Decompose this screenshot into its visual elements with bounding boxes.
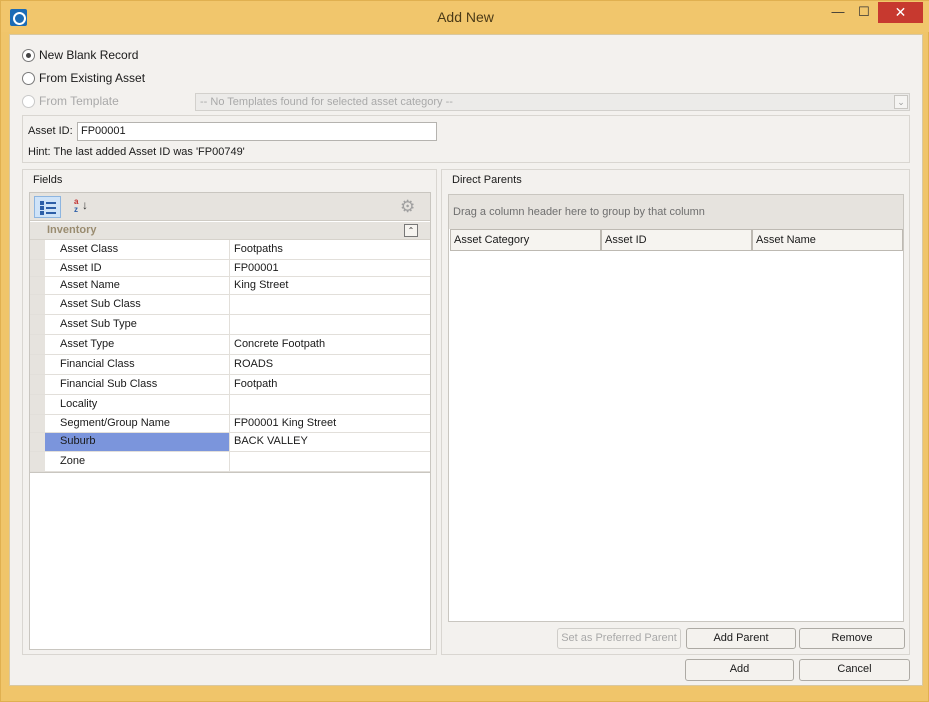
add-button[interactable]: Add xyxy=(685,659,794,681)
radio-from-template: From Template xyxy=(22,93,119,109)
gear-icon[interactable]: ⚙ xyxy=(400,197,415,217)
maximize-button[interactable]: ☐ xyxy=(851,2,877,23)
property-value[interactable] xyxy=(231,395,430,414)
property-row[interactable]: Financial Class ROADS xyxy=(30,355,430,375)
radio-from-existing-asset[interactable]: From Existing Asset xyxy=(22,70,145,86)
direct-parents-title: Direct Parents xyxy=(452,174,522,186)
add-parent-button[interactable]: Add Parent xyxy=(686,628,796,649)
asset-id-input[interactable]: FP00001 xyxy=(77,122,437,141)
template-placeholder: -- No Templates found for selected asset… xyxy=(200,96,453,108)
categorized-view-icon[interactable] xyxy=(34,196,61,218)
property-value[interactable]: Footpath xyxy=(231,375,430,394)
property-name: Financial Sub Class xyxy=(45,375,230,394)
radio-label: From Existing Asset xyxy=(39,71,146,85)
property-name: Asset ID xyxy=(45,260,230,276)
property-name: Asset Sub Type xyxy=(45,315,230,334)
sort-alphabetical-icon[interactable]: a z ↓ xyxy=(70,196,97,218)
parents-grid-body[interactable] xyxy=(449,251,903,621)
asset-id-group: Asset ID: FP00001 Hint: The last added A… xyxy=(22,115,910,163)
property-row[interactable]: Asset Sub Type xyxy=(30,315,430,335)
collapse-icon[interactable]: ⌃ xyxy=(404,224,418,237)
property-name: Asset Sub Class xyxy=(45,295,230,314)
window-title: Add New xyxy=(437,9,494,25)
asset-id-label: Asset ID: xyxy=(28,125,73,137)
property-row[interactable]: Asset Sub Class xyxy=(30,295,430,315)
property-row-selected[interactable]: Suburb BACK VALLEY xyxy=(30,433,430,452)
property-name: Zone xyxy=(45,452,230,471)
property-row[interactable]: Locality xyxy=(30,395,430,415)
property-row[interactable]: Zone xyxy=(30,452,430,472)
radio-unselected-icon[interactable] xyxy=(22,71,35,85)
set-preferred-parent-button: Set as Preferred Parent xyxy=(557,628,681,649)
fields-panel: Fields a z ↓ ⚙ Inventory ⌃ Asset Class F… xyxy=(22,169,437,655)
category-row[interactable]: Inventory ⌃ xyxy=(30,222,430,240)
radio-label: From Template xyxy=(39,94,119,108)
property-value[interactable]: ROADS xyxy=(231,355,430,374)
property-value[interactable]: Concrete Footpath xyxy=(231,335,430,354)
radio-selected-icon[interactable] xyxy=(22,48,35,62)
cancel-button[interactable]: Cancel xyxy=(799,659,910,681)
property-value[interactable]: Footpaths xyxy=(231,240,430,259)
property-name: Financial Class xyxy=(45,355,230,374)
property-list: Inventory ⌃ Asset Class Footpaths Asset … xyxy=(30,222,430,473)
property-row[interactable]: Financial Sub Class Footpath xyxy=(30,375,430,395)
column-header-asset-id[interactable]: Asset ID xyxy=(601,229,752,251)
close-button[interactable]: ✕ xyxy=(878,2,923,23)
radio-disabled-icon xyxy=(22,94,35,108)
remove-button[interactable]: Remove xyxy=(799,628,905,649)
title-bar[interactable]: Add New — ☐ ✕ xyxy=(1,1,929,32)
property-name: Asset Name xyxy=(45,277,230,294)
property-value[interactable] xyxy=(231,452,430,471)
property-row[interactable]: Asset Class Footpaths xyxy=(30,240,430,260)
property-row[interactable]: Asset Name King Street xyxy=(30,277,430,295)
add-new-window: Add New — ☐ ✕ New Blank Record From Exis… xyxy=(0,0,929,702)
fields-title: Fields xyxy=(33,174,63,186)
property-value[interactable] xyxy=(231,315,430,334)
radio-label: New Blank Record xyxy=(39,48,139,62)
property-name: Locality xyxy=(45,395,230,414)
property-row[interactable]: Asset ID FP00001 xyxy=(30,260,430,277)
minimize-button[interactable]: — xyxy=(825,2,851,23)
direct-parents-panel: Direct Parents Drag a column header here… xyxy=(441,169,910,655)
property-name: Asset Class xyxy=(45,240,230,259)
property-row[interactable]: Segment/Group Name FP00001 King Street xyxy=(30,415,430,433)
chevron-down-icon: ⌄ xyxy=(894,95,908,109)
property-value[interactable]: FP00001 xyxy=(231,260,430,276)
category-label: Inventory xyxy=(47,224,97,236)
property-row[interactable]: Asset Type Concrete Footpath xyxy=(30,335,430,355)
column-header-asset-name[interactable]: Asset Name xyxy=(752,229,903,251)
group-by-area[interactable]: Drag a column header here to group by th… xyxy=(449,195,903,229)
radio-new-blank-record[interactable]: New Blank Record xyxy=(22,47,138,63)
asset-id-hint: Hint: The last added Asset ID was 'FP007… xyxy=(28,146,245,158)
template-dropdown: -- No Templates found for selected asset… xyxy=(195,93,910,111)
parents-grid: Drag a column header here to group by th… xyxy=(448,194,904,622)
property-value[interactable]: FP00001 King Street xyxy=(231,415,430,432)
column-header-asset-category[interactable]: Asset Category xyxy=(450,229,601,251)
property-name: Segment/Group Name xyxy=(45,415,230,432)
dialog-body: New Blank Record From Existing Asset Fro… xyxy=(9,34,923,686)
property-name: Suburb xyxy=(45,433,230,451)
property-grid-toolbar: a z ↓ ⚙ xyxy=(30,193,430,221)
property-name: Asset Type xyxy=(45,335,230,354)
property-value[interactable]: King Street xyxy=(231,277,430,294)
property-grid: a z ↓ ⚙ Inventory ⌃ Asset Class Footpath… xyxy=(29,192,431,650)
property-value[interactable]: BACK VALLEY xyxy=(231,433,430,451)
property-value[interactable] xyxy=(231,295,430,314)
